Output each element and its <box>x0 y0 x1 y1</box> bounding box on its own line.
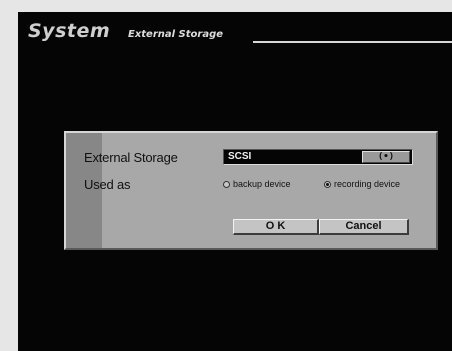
cancel-button[interactable]: Cancel <box>319 219 409 235</box>
external-storage-select[interactable]: SCSI (•) <box>223 149 413 165</box>
radio-checked-icon[interactable] <box>324 181 331 188</box>
select-dropdown-icon[interactable]: (•) <box>362 151 410 163</box>
header-divider <box>253 41 452 43</box>
external-storage-value: SCSI <box>228 151 252 162</box>
radio-unchecked-icon[interactable] <box>223 181 230 188</box>
external-storage-label: External Storage <box>84 150 178 165</box>
ok-button[interactable]: O K <box>233 219 319 235</box>
external-storage-dialog: External Storage SCSI (•) Used as backup… <box>64 131 438 250</box>
header: System External Storage <box>28 20 452 48</box>
radio-backup-label: backup device <box>233 179 291 189</box>
page-subtitle: External Storage <box>128 29 224 40</box>
radio-recording-label: recording device <box>334 179 401 189</box>
page-title: System <box>28 20 111 42</box>
used-as-label: Used as <box>84 177 131 192</box>
screen: System External Storage External Storage… <box>18 12 452 351</box>
